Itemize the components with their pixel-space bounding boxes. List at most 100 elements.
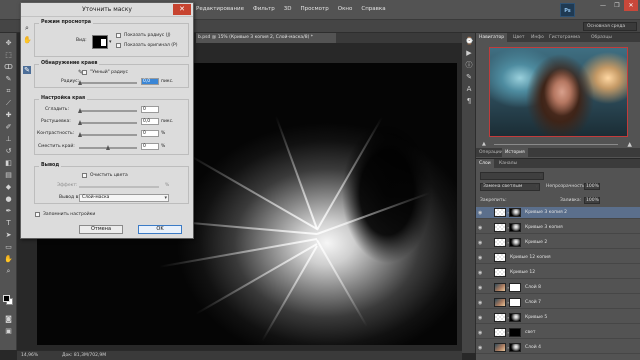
layer-mask-thumbnail[interactable] [509,298,521,307]
tab-history[interactable]: История [502,148,528,157]
eye-icon[interactable]: ◉ [478,330,484,336]
tab-color[interactable]: Цвет [510,33,528,42]
chevron-down-icon[interactable]: ▾ [109,39,112,45]
actions-panel-icon[interactable]: ▶ [465,49,473,57]
menu-window[interactable]: Окно [338,6,353,12]
paragraph-panel-icon[interactable]: ¶ [465,97,473,105]
layer-row[interactable]: ◉ Кривые 12 [476,267,640,279]
tab-navigator[interactable]: Навигатор [476,33,508,42]
minimize-button[interactable]: — [596,0,610,11]
layer-thumbnail[interactable] [494,238,506,247]
menu-view[interactable]: Просмотр [301,6,329,12]
eye-icon[interactable]: ◉ [478,285,484,291]
screen-mode-icon[interactable]: ▣ [3,327,14,336]
radius-slider[interactable] [78,80,137,85]
layer-mask-thumbnail[interactable] [509,238,521,247]
layer-row[interactable]: ◉∞Слой 8 [476,282,640,294]
shift-edge-input[interactable]: 0 [141,143,159,150]
refine-radius-brush-icon[interactable]: ✎ [23,66,31,74]
eye-icon[interactable]: ◉ [478,225,484,231]
cancel-button[interactable]: Отмена [79,225,123,234]
quick-mask-icon[interactable]: ◙ [3,315,14,324]
tab-channels[interactable]: Каналы [496,159,520,168]
zoom-in-icon[interactable]: ▲ [627,141,632,148]
zoom-tool-icon[interactable]: ⌕ [3,267,14,276]
document-tab[interactable]: b.psd @ 15% (Кривые 3 копия 2, Слой-маск… [196,33,336,43]
tab-layers[interactable]: Слои [476,159,494,168]
layer-thumbnail[interactable] [494,223,506,232]
shift-edge-slider[interactable] [79,145,137,150]
show-original-checkbox[interactable] [116,43,121,48]
eye-icon[interactable]: ◉ [478,300,484,306]
tab-histogram[interactable]: Гистограмма [546,33,583,42]
navigator-preview[interactable] [489,47,628,137]
tab-info[interactable]: Инфо [528,33,547,42]
eye-icon[interactable]: ◉ [478,240,484,246]
layer-mask-thumbnail[interactable] [509,223,521,232]
gradient-tool-icon[interactable]: ▤ [3,171,14,180]
layer-mask-thumbnail[interactable] [509,283,521,292]
layer-row[interactable]: ◉∞Слой 4 [476,342,640,354]
brush-panel-icon[interactable]: ✎ [465,73,473,81]
healing-tool-icon[interactable]: ✚ [3,111,14,120]
layer-row[interactable]: ◉∞Кривые 5 [476,312,640,324]
ok-button[interactable]: OK [138,225,182,234]
menu-filter[interactable]: Фильтр [253,6,275,12]
layer-row[interactable]: ◉∞Кривые 3 копия 2 [476,207,640,219]
layer-filter-select[interactable] [480,172,544,180]
brush-tool-icon[interactable]: ✐ [3,123,14,132]
view-mode-picker[interactable] [92,35,108,49]
contrast-slider[interactable] [78,132,137,137]
history-brush-tool-icon[interactable]: ↺ [3,147,14,156]
move-tool-icon[interactable]: ✥ [3,39,14,48]
eye-icon[interactable]: ◉ [478,255,484,261]
hand-tool-icon[interactable]: ✋ [3,255,14,264]
amount-slider[interactable] [79,186,159,188]
menu-help[interactable]: Справка [361,6,385,12]
character-panel-icon[interactable]: A [465,85,473,93]
show-radius-checkbox[interactable] [116,33,121,38]
layer-thumbnail[interactable] [494,343,506,352]
layer-mask-thumbnail[interactable] [509,328,521,337]
eyedropper-tool-icon[interactable]: ⟋ [3,99,14,108]
output-to-select[interactable]: Слой-маска [79,194,169,202]
menu-3d[interactable]: 3D [284,6,292,12]
path-select-tool-icon[interactable]: ➤ [3,231,14,240]
zoom-tool-icon[interactable]: ⌕ [23,24,31,32]
layer-thumbnail[interactable] [494,253,506,262]
eye-icon[interactable]: ◉ [478,270,484,276]
layer-row[interactable]: ◉∞Кривые 2 [476,237,640,249]
eraser-tool-icon[interactable]: ◧ [3,159,14,168]
shape-tool-icon[interactable]: ▭ [3,243,14,252]
quick-select-tool-icon[interactable]: ✎ [3,75,14,84]
pen-tool-icon[interactable]: ✒ [3,207,14,216]
blend-mode-select[interactable]: Замена светлым [480,183,540,191]
restore-button[interactable]: ❐ [610,0,624,11]
layer-row[interactable]: ◉ Кривые 12 копия [476,252,640,264]
zoom-level[interactable]: 14,96% [21,353,38,358]
layer-thumbnail[interactable] [494,283,506,292]
layer-thumbnail[interactable] [494,313,506,322]
feather-input[interactable]: 0,0 [141,118,159,125]
hand-tool-icon[interactable]: ✋ [23,36,32,44]
opacity-input[interactable]: 100% [584,183,600,190]
layer-thumbnail[interactable] [494,328,506,337]
marquee-tool-icon[interactable]: ⬚ [3,51,14,60]
info-panel-icon[interactable]: ⓘ [465,61,473,69]
lasso-tool-icon[interactable]: ↀ [3,63,14,72]
layer-mask-thumbnail[interactable] [509,313,521,322]
dodge-tool-icon[interactable]: ● [3,195,14,204]
crop-tool-icon[interactable]: ⌗ [3,87,14,96]
layer-row[interactable]: ◉∞Слой 7 [476,297,640,309]
workspace-select[interactable]: Основная среда [583,22,637,31]
foreground-color-swatch[interactable] [3,295,10,302]
navigator-zoom-slider[interactable] [494,144,618,145]
smooth-slider[interactable] [78,108,137,113]
layer-mask-thumbnail[interactable] [509,208,521,217]
dialog-title-bar[interactable]: Уточнить маску ✕ [21,3,193,17]
eye-icon[interactable]: ◉ [478,315,484,321]
fill-input[interactable]: 100% [584,197,600,204]
layer-thumbnail[interactable] [494,298,506,307]
stamp-tool-icon[interactable]: ⊥ [3,135,14,144]
eye-icon[interactable]: ◉ [478,345,484,351]
